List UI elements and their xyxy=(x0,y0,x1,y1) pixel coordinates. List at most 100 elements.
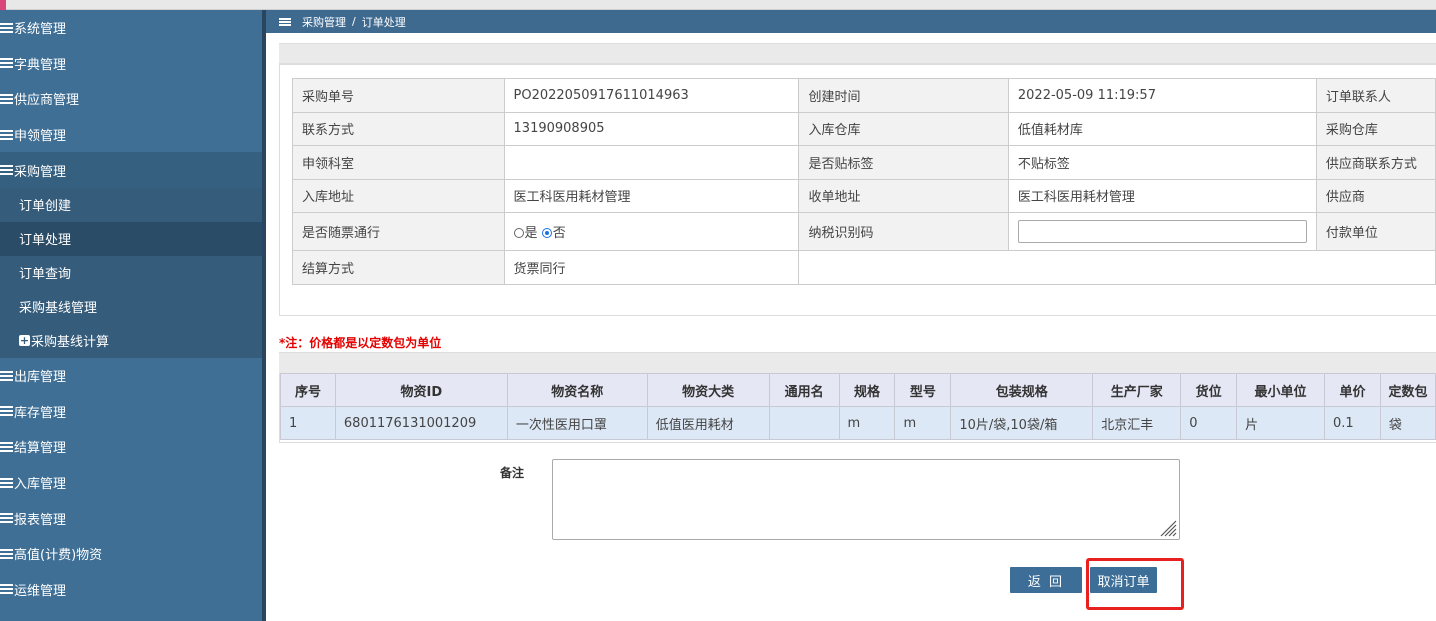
sidebar-item-outbound[interactable]: 出库管理 xyxy=(0,358,262,394)
table-cell: 一次性医用口罩 xyxy=(506,406,648,440)
settlement-method-value: 货票同行 xyxy=(503,250,800,285)
sidebar-subitem-label: 订单处理 xyxy=(19,233,72,249)
items-panel-header xyxy=(279,352,1436,373)
column-header: 物资ID xyxy=(334,373,508,407)
remark-textarea[interactable] xyxy=(552,459,1180,540)
sidebar-item-requisition[interactable]: 申领管理 xyxy=(0,117,262,153)
price-note: *注：价格都是以定数包为单位 xyxy=(279,336,442,350)
department-label: 申领科室 xyxy=(292,145,505,180)
radio-yes[interactable] xyxy=(513,228,524,238)
phone-value: 13190908905 xyxy=(503,111,800,146)
sidebar-item-purchase[interactable]: 采购管理 xyxy=(0,152,262,188)
radio-yes-label[interactable]: 是 xyxy=(525,226,538,241)
table-row: 联系方式 13190908905 入库仓库 低值耗材库 采购仓库 xyxy=(292,111,1436,146)
list-icon xyxy=(0,548,13,559)
sidebar-item-label: 系统管理 xyxy=(14,22,67,38)
settlement-method-label: 结算方式 xyxy=(292,250,505,285)
sidebar-subitem-label: 采购基线管理 xyxy=(19,301,98,317)
table-cell: 北京汇丰 xyxy=(1092,406,1182,440)
table-cell: 0.1 xyxy=(1323,406,1381,440)
list-icon xyxy=(0,477,13,488)
sidebar-item-label: 供应商管理 xyxy=(14,93,80,109)
sidebar: 系统管理 字典管理 供应商管理 申领管理 采购管理 订单创建 订单处理 订单查询… xyxy=(0,10,262,621)
sidebar-item-label: 高值(计费)物资 xyxy=(14,548,103,564)
sidebar-item-reports[interactable]: 报表管理 xyxy=(0,500,262,536)
sidebar-subitem-baseline-manage[interactable]: 采购基线管理 xyxy=(0,289,262,324)
sidebar-item-system[interactable]: 系统管理 xyxy=(0,10,262,46)
table-cell: 片 xyxy=(1236,406,1325,440)
column-header: 包装规格 xyxy=(950,373,1094,407)
menu-toggle-icon[interactable] xyxy=(279,17,291,26)
sidebar-item-label: 申领管理 xyxy=(14,129,67,145)
sidebar-item-label: 结算管理 xyxy=(14,441,67,457)
order-panel-header xyxy=(279,43,1436,64)
tax-id-input[interactable] xyxy=(1017,220,1307,243)
list-icon xyxy=(0,513,13,524)
radio-no-label[interactable]: 否 xyxy=(553,226,566,241)
table-cell xyxy=(768,406,840,440)
inbound-warehouse-label: 入库仓库 xyxy=(798,111,1009,146)
sidebar-item-label: 运维管理 xyxy=(14,583,67,599)
table-row: 申领科室 是否贴标签 不贴标签 供应商联系方式 xyxy=(292,145,1436,180)
sidebar-subitem-order-create[interactable]: 订单创建 xyxy=(0,187,262,222)
sidebar-item-supplier[interactable]: 供应商管理 xyxy=(0,81,262,117)
column-header: 序号 xyxy=(280,373,336,407)
table-row: 采购单号 PO2022050917611014963 创建时间 2022-05-… xyxy=(292,78,1436,113)
table-cell: m xyxy=(838,406,896,440)
table-row: 是否随票通行 是 否 纳税识别码 付款单位 xyxy=(292,212,1436,251)
label-tag-value: 不贴标签 xyxy=(1007,145,1317,180)
supplier-label: 供应商 xyxy=(1315,178,1436,213)
column-header: 定数包 xyxy=(1379,373,1436,407)
sidebar-divider xyxy=(262,10,266,621)
breadcrumb-parent[interactable]: 采购管理 xyxy=(302,14,346,30)
list-icon xyxy=(0,584,13,595)
order-contact-label: 订单联系人 xyxy=(1315,78,1436,113)
sidebar-subitem-baseline-calc[interactable]: + 采购基线计算 xyxy=(0,323,262,358)
tax-id-cell xyxy=(1007,212,1317,251)
sidebar-item-inventory[interactable]: 库存管理 xyxy=(0,394,262,430)
column-header: 通用名 xyxy=(768,373,840,407)
sidebar-item-settlement[interactable]: 结算管理 xyxy=(0,429,262,465)
inbound-warehouse-value: 低值耗材库 xyxy=(1007,111,1317,146)
table-cell: 10片/袋,10袋/箱 xyxy=(950,406,1094,440)
sidebar-subitem-order-query[interactable]: 订单查询 xyxy=(0,255,262,290)
resize-grip-icon[interactable] xyxy=(1157,517,1177,537)
sidebar-item-inbound[interactable]: 入库管理 xyxy=(0,465,262,501)
sidebar-item-dictionary[interactable]: 字典管理 xyxy=(0,46,262,82)
cancel-order-button[interactable]: 取消订单 xyxy=(1090,567,1157,593)
breadcrumb-separator: / xyxy=(352,15,356,28)
invoice-travel-label: 是否随票通行 xyxy=(292,212,505,251)
sidebar-item-label: 入库管理 xyxy=(14,477,67,493)
created-time-label: 创建时间 xyxy=(798,78,1009,113)
radio-no[interactable] xyxy=(541,228,552,238)
sidebar-item-operations[interactable]: 运维管理 xyxy=(0,572,262,608)
phone-label: 联系方式 xyxy=(292,111,505,146)
purchase-warehouse-label: 采购仓库 xyxy=(1315,111,1436,146)
table-row: 入库地址 医工科医用耗材管理 收单地址 医工科医用耗材管理 供应商 xyxy=(292,178,1436,213)
table-cell: 袋 xyxy=(1379,406,1436,440)
column-header: 规格 xyxy=(838,373,896,407)
table-cell: 0 xyxy=(1180,406,1238,440)
table-row[interactable]: 1 6801176131001209 一次性医用口罩 低值医用耗材 m m 10… xyxy=(280,406,1436,440)
column-header: 生产厂家 xyxy=(1092,373,1182,407)
list-icon xyxy=(0,129,13,140)
list-icon xyxy=(0,441,13,452)
supplier-contact-label: 供应商联系方式 xyxy=(1315,145,1436,180)
list-icon xyxy=(0,406,13,417)
sidebar-item-high-value[interactable]: 高值(计费)物资 xyxy=(0,536,262,572)
plus-square-icon: + xyxy=(19,334,30,348)
sidebar-subitem-label: 订单创建 xyxy=(19,199,72,215)
label-tag-label: 是否贴标签 xyxy=(798,145,1009,180)
back-button[interactable]: 返 回 xyxy=(1010,567,1082,593)
tax-id-label: 纳税识别码 xyxy=(798,212,1009,251)
table-row: 结算方式 货票同行 xyxy=(292,250,1436,285)
column-header: 物资名称 xyxy=(506,373,648,407)
column-header: 单价 xyxy=(1323,373,1381,407)
list-icon xyxy=(0,93,13,104)
sidebar-subitem-order-process[interactable]: 订单处理 xyxy=(0,221,262,256)
column-header: 型号 xyxy=(894,373,952,407)
inbound-address-label: 入库地址 xyxy=(292,178,505,213)
list-icon xyxy=(0,22,13,33)
sidebar-item-label: 采购管理 xyxy=(14,164,67,180)
receipt-address-label: 收单地址 xyxy=(798,178,1009,213)
